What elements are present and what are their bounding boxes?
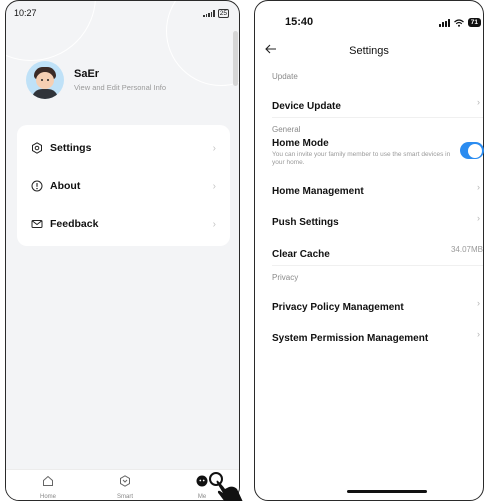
- gear-icon: [31, 142, 43, 154]
- divider: [272, 265, 483, 266]
- menu-item-settings[interactable]: Settings ›: [17, 129, 230, 167]
- settings-screen: 15:40 71 Settings Update Device Update ›…: [254, 0, 484, 501]
- menu-item-feedback[interactable]: Feedback ›: [17, 205, 230, 243]
- row-home-management[interactable]: Home Management ›: [272, 181, 483, 199]
- row-title: Device Update: [272, 101, 341, 112]
- mail-icon: [31, 218, 43, 230]
- row-home-mode: Home Mode You can invite your family mem…: [272, 138, 483, 166]
- page-title: Settings: [349, 45, 389, 57]
- profile-subtitle: View and Edit Personal Info: [74, 83, 167, 92]
- nav-bar: Settings: [255, 42, 483, 62]
- scrollbar[interactable]: [233, 31, 238, 86]
- chevron-right-icon: ›: [477, 97, 480, 107]
- home-icon: [43, 475, 53, 486]
- row-title: Home Management: [272, 186, 364, 197]
- row-title: Push Settings: [272, 217, 339, 228]
- profile-header[interactable]: SaEr View and Edit Personal Info: [26, 61, 166, 99]
- pointer-hand-icon: [209, 472, 243, 501]
- chevron-right-icon: ›: [212, 142, 216, 154]
- smart-icon: [120, 475, 130, 487]
- row-title: Home Mode: [272, 138, 329, 149]
- menu-card: Settings › About › Feedback ›: [17, 125, 230, 246]
- wifi-icon: [453, 18, 464, 27]
- chevron-right-icon: ›: [477, 298, 480, 308]
- status-bar: 15:40 71: [255, 16, 483, 30]
- status-time: 15:40: [285, 16, 314, 28]
- tab-home[interactable]: Home: [28, 474, 68, 500]
- info-icon: [31, 180, 43, 192]
- signal-icon: [203, 10, 215, 17]
- tab-label: Home: [39, 494, 56, 500]
- chevron-right-icon: ›: [477, 213, 480, 223]
- section-label-general: General: [272, 125, 301, 134]
- section-label-privacy: Privacy: [272, 273, 299, 282]
- section-label-update: Update: [272, 72, 298, 81]
- home-indicator: [347, 490, 427, 493]
- status-bar: 10:27 25: [6, 8, 239, 22]
- row-title: Clear Cache: [272, 249, 330, 260]
- cache-size-value: 34.07MB: [450, 245, 483, 254]
- tab-smart[interactable]: Smart: [105, 474, 145, 500]
- profile-name: SaEr: [74, 68, 100, 80]
- chevron-right-icon: ›: [212, 218, 216, 230]
- row-title: System Permission Management: [272, 333, 429, 344]
- avatar[interactable]: [26, 61, 64, 99]
- row-device-update[interactable]: Device Update ›: [272, 96, 483, 114]
- battery-icon: 25: [217, 9, 229, 18]
- row-push-settings[interactable]: Push Settings ›: [272, 212, 483, 230]
- divider: [272, 117, 483, 118]
- row-system-permission[interactable]: System Permission Management ›: [272, 328, 483, 346]
- chevron-right-icon: ›: [477, 182, 480, 192]
- tab-bar: Home Smart Me: [6, 469, 239, 500]
- home-mode-toggle[interactable]: [460, 142, 484, 159]
- row-clear-cache[interactable]: Clear Cache 34.07MB: [272, 244, 483, 262]
- battery-icon: 71: [467, 18, 481, 27]
- menu-item-label: Settings: [50, 142, 92, 154]
- chevron-right-icon: ›: [212, 180, 216, 192]
- signal-icon: [438, 18, 450, 27]
- row-title: Privacy Policy Management: [272, 302, 404, 313]
- menu-item-label: Feedback: [50, 218, 99, 230]
- menu-item-about[interactable]: About ›: [17, 167, 230, 205]
- me-screen: 10:27 25 SaEr View and Edit Personal Inf…: [5, 0, 240, 501]
- chevron-right-icon: ›: [477, 329, 480, 339]
- home-mode-description: You can invite your family member to use…: [272, 151, 451, 166]
- row-privacy-policy[interactable]: Privacy Policy Management ›: [272, 297, 483, 315]
- me-icon: [196, 475, 208, 487]
- tab-label: Smart: [116, 494, 133, 500]
- status-time: 10:27: [14, 8, 37, 18]
- menu-item-label: About: [50, 180, 81, 192]
